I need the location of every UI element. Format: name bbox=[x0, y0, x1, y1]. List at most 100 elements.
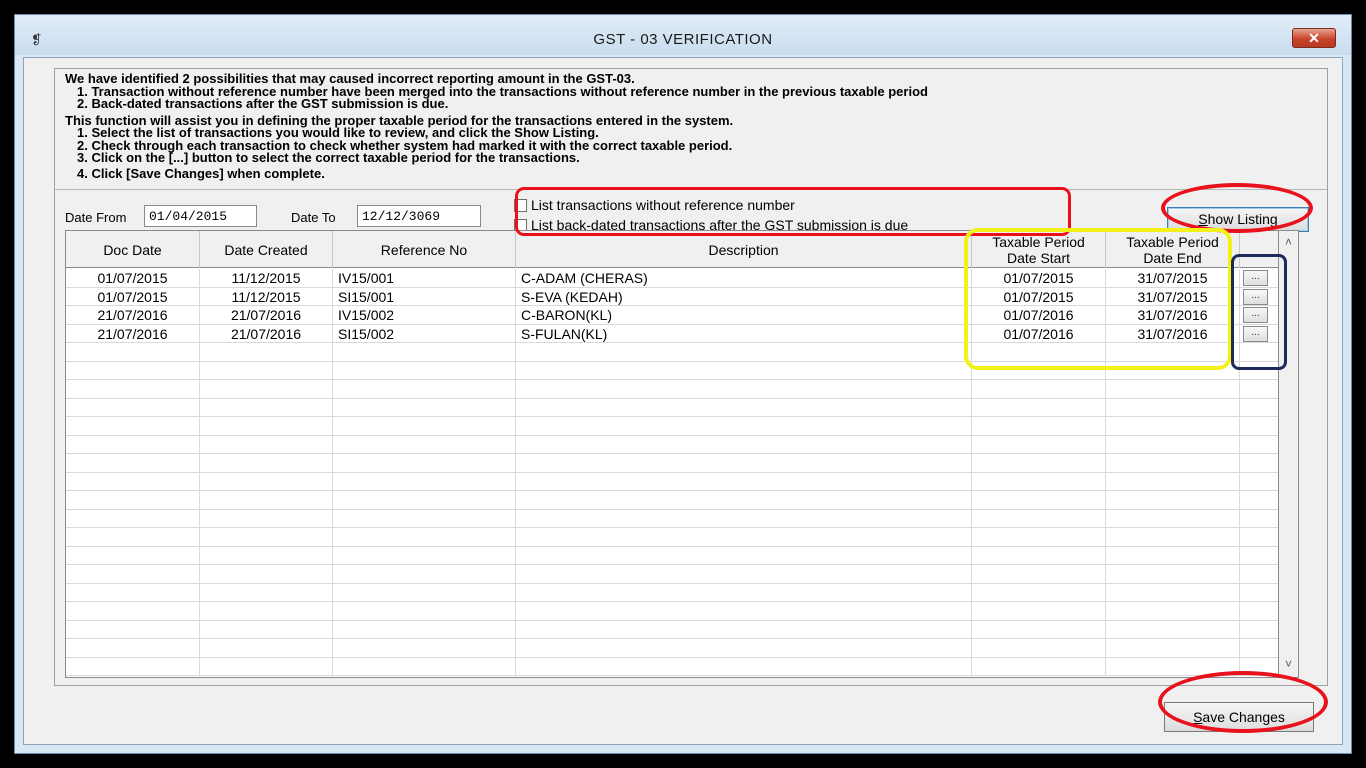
table-cell bbox=[972, 583, 1106, 602]
table-cell bbox=[66, 657, 200, 676]
table-cell bbox=[333, 491, 516, 509]
table-cell bbox=[1106, 454, 1240, 472]
table-cell bbox=[66, 528, 200, 546]
table-cell bbox=[1106, 417, 1240, 435]
select-period-button[interactable]: ... bbox=[1243, 325, 1268, 342]
header-doc-date[interactable]: Doc Date bbox=[66, 231, 200, 268]
table-cell bbox=[1106, 602, 1240, 620]
table-cell bbox=[972, 657, 1106, 676]
header-action bbox=[1240, 231, 1278, 268]
table-row bbox=[66, 398, 1278, 417]
table-cell bbox=[972, 472, 1106, 491]
table-cell bbox=[516, 509, 972, 528]
header-description[interactable]: Description bbox=[516, 231, 972, 268]
table-row bbox=[66, 380, 1278, 399]
table-cell bbox=[333, 398, 516, 417]
table-cell: 21/07/2016 bbox=[66, 324, 200, 343]
table-cell bbox=[66, 546, 200, 565]
table-cell bbox=[333, 620, 516, 639]
header-tp-end[interactable]: Taxable Period Date End bbox=[1106, 231, 1240, 268]
save-changes-label: ave Changes bbox=[1202, 709, 1285, 725]
table-row[interactable]: 21/07/2016 21/07/2016 IV15/002 C-BARON(KL) 0… bbox=[66, 306, 1278, 325]
table-cell bbox=[1240, 639, 1278, 657]
table-cell bbox=[333, 472, 516, 491]
header-date-created[interactable]: Date Created bbox=[200, 231, 333, 268]
select-period-button[interactable]: ... bbox=[1243, 288, 1268, 305]
table-cell bbox=[1240, 473, 1278, 491]
table-cell bbox=[66, 583, 200, 602]
table-cell bbox=[972, 491, 1106, 509]
table-cell: 21/07/2016 bbox=[200, 324, 333, 343]
table-cell bbox=[1106, 565, 1240, 583]
table-cell bbox=[516, 417, 972, 435]
table-cell: 01/07/2015 bbox=[972, 269, 1106, 287]
table-row bbox=[66, 546, 1278, 565]
close-button[interactable]: ✕ bbox=[1292, 28, 1336, 48]
table-cell bbox=[200, 417, 333, 435]
header-tp-start[interactable]: Taxable Period Date Start bbox=[972, 231, 1106, 268]
table-cell: SI15/002 bbox=[333, 324, 516, 343]
table-cell bbox=[516, 602, 972, 620]
table-cell bbox=[1106, 343, 1240, 361]
save-changes-button[interactable]: Save Changes bbox=[1164, 702, 1314, 732]
table-cell bbox=[516, 361, 972, 380]
table-cell bbox=[972, 454, 1106, 472]
table-cell bbox=[1106, 546, 1240, 565]
table-cell bbox=[972, 528, 1106, 546]
show-listing-button[interactable]: Show Listing bbox=[1167, 207, 1309, 232]
select-period-button[interactable]: ... bbox=[1243, 307, 1268, 323]
table-cell bbox=[200, 657, 333, 676]
table-row bbox=[66, 602, 1278, 621]
table-cell bbox=[66, 602, 200, 620]
table-row bbox=[66, 435, 1278, 454]
vertical-scrollbar[interactable]: ˄ ˅ bbox=[1279, 230, 1299, 678]
table-cell bbox=[972, 639, 1106, 657]
table-cell bbox=[66, 435, 200, 454]
header-reference-no[interactable]: Reference No bbox=[333, 231, 516, 268]
table-cell bbox=[972, 509, 1106, 528]
table-cell: 21/07/2016 bbox=[200, 306, 333, 324]
table-row bbox=[66, 472, 1278, 491]
table-cell bbox=[1106, 620, 1240, 639]
header-tp-start-line1: Taxable Period bbox=[992, 233, 1085, 250]
table-cell bbox=[66, 343, 200, 361]
table-cell: 31/07/2016 bbox=[1106, 324, 1240, 343]
date-to-input[interactable]: 12/12/3069 bbox=[357, 205, 481, 227]
table-cell bbox=[1240, 528, 1278, 546]
table-row[interactable]: 01/07/2015 11/12/2015 SI15/001 S-EVA (KEDAH… bbox=[66, 287, 1278, 306]
table-cell bbox=[1240, 491, 1278, 509]
table-cell bbox=[972, 602, 1106, 620]
table-row[interactable]: 21/07/2016 21/07/2016 SI15/002 S-FULAN(KL) 0… bbox=[66, 324, 1278, 343]
table-cell bbox=[66, 565, 200, 583]
table-cell bbox=[333, 639, 516, 657]
table-row bbox=[66, 583, 1278, 602]
table-cell bbox=[333, 454, 516, 472]
table-row[interactable]: 01/07/2015 11/12/2015 IV15/001 C-ADAM (CHER… bbox=[66, 269, 1278, 288]
table-cell: S-FULAN(KL) bbox=[516, 324, 972, 343]
table-cell bbox=[66, 639, 200, 657]
table-cell bbox=[1240, 362, 1278, 380]
checkbox[interactable] bbox=[514, 199, 527, 212]
date-from-input[interactable]: 01/04/2015 bbox=[144, 205, 257, 227]
table-cell bbox=[1106, 435, 1240, 454]
table-cell bbox=[333, 509, 516, 528]
table-cell bbox=[516, 639, 972, 657]
table-cell bbox=[66, 361, 200, 380]
scroll-down-icon[interactable]: ˅ bbox=[1279, 657, 1298, 671]
table-cell bbox=[516, 583, 972, 602]
table-cell: 01/07/2015 bbox=[66, 287, 200, 306]
option-no-reference[interactable]: List transactions without reference numb… bbox=[514, 197, 795, 213]
table-cell bbox=[333, 583, 516, 602]
table-cell bbox=[66, 472, 200, 491]
divider bbox=[55, 189, 1327, 190]
table-cell bbox=[1240, 584, 1278, 602]
table-cell: 31/07/2015 bbox=[1106, 287, 1240, 306]
table-row bbox=[66, 509, 1278, 528]
scroll-up-icon[interactable]: ˄ bbox=[1279, 235, 1298, 249]
table-row bbox=[66, 454, 1278, 473]
table-cell bbox=[200, 639, 333, 657]
table-cell bbox=[516, 528, 972, 546]
window: ❡ GST - 03 VERIFICATION ✕ We have identi… bbox=[14, 14, 1352, 754]
select-period-button[interactable]: ... bbox=[1243, 270, 1268, 286]
table-cell bbox=[1240, 602, 1278, 620]
